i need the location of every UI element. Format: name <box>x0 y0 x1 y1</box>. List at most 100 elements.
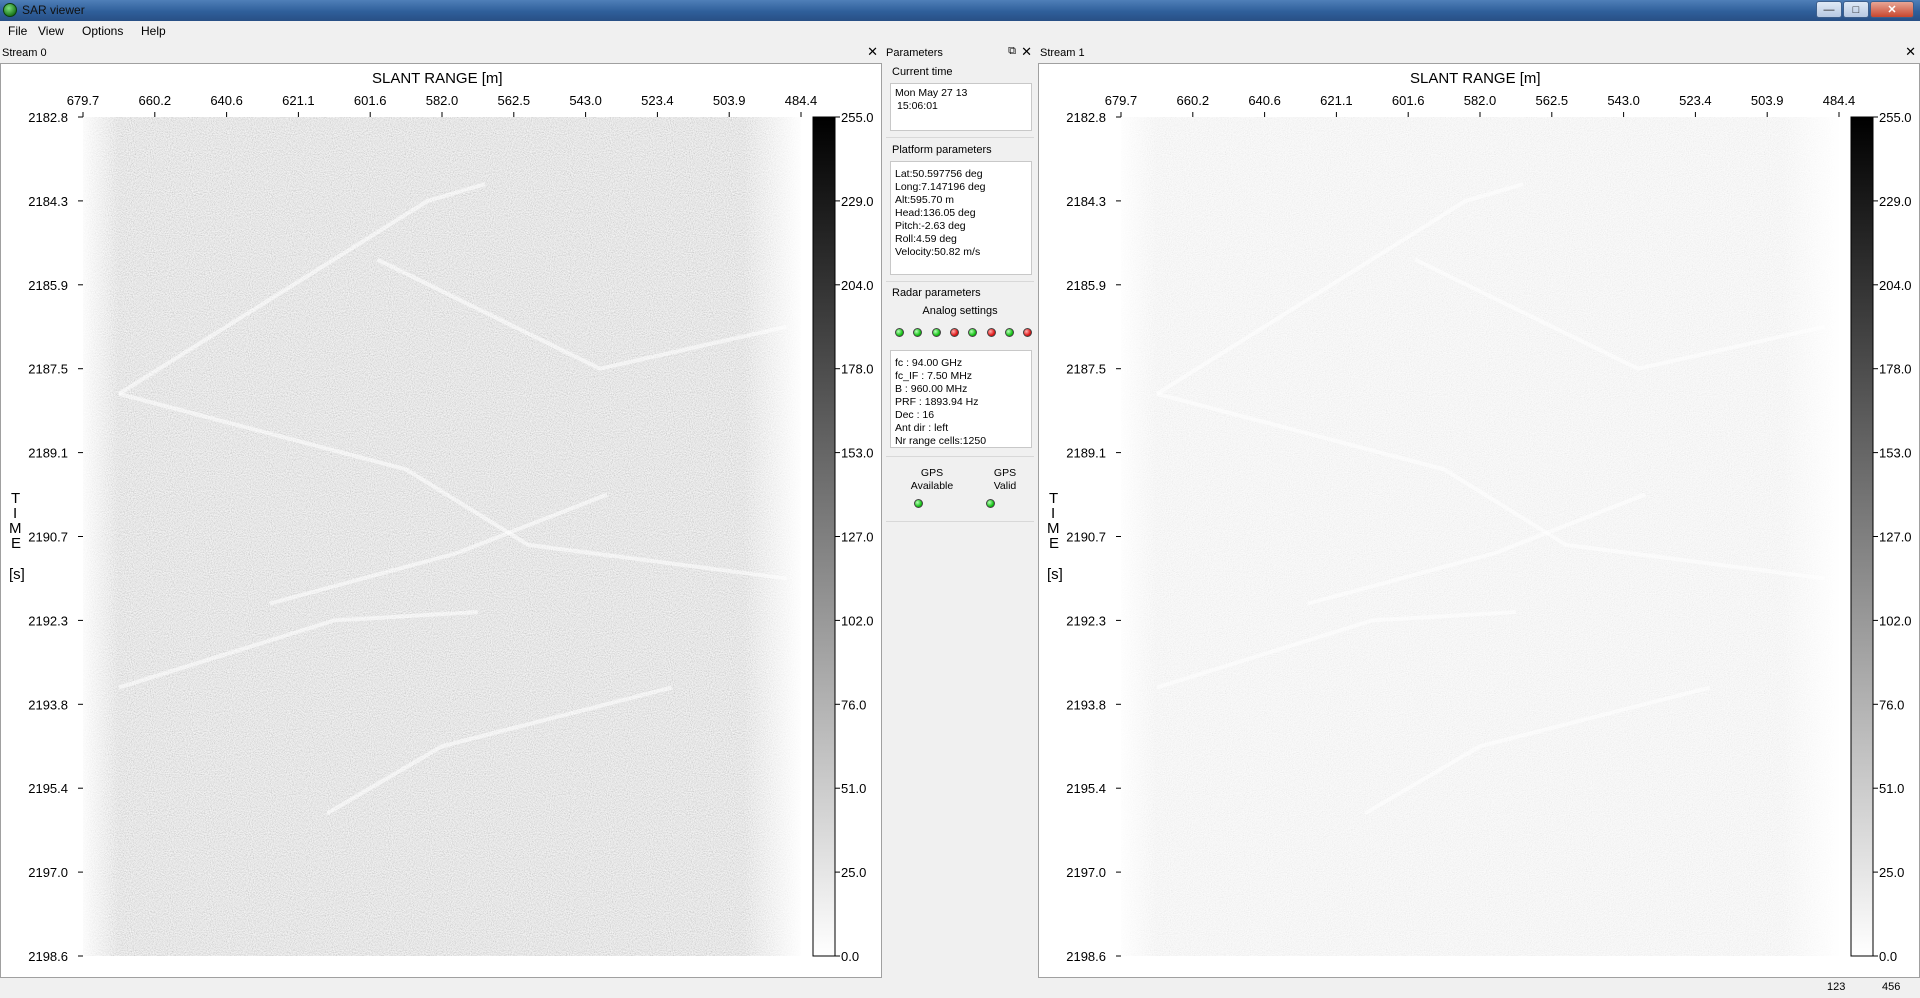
platform-box: Lat:50.597756 deg Long:7.147196 deg Alt:… <box>890 161 1032 275</box>
current-time-title: Current time <box>892 66 953 78</box>
x-tick-label: 640.6 <box>210 93 243 108</box>
x-tick-label: 601.6 <box>354 93 387 108</box>
gps-available-line1: GPS <box>920 467 944 479</box>
colorbar-tick-label: 51.0 <box>1879 781 1904 796</box>
colorbar-tick-label: 0.0 <box>1879 949 1897 964</box>
radar-prf: PRF : 1893.94 Hz <box>895 396 979 408</box>
gps-available-label: GPS Available <box>902 467 962 493</box>
analog-settings-label: Analog settings <box>922 305 998 317</box>
menu-options[interactable]: Options <box>82 24 123 38</box>
current-time-box: Mon May 27 13 15:06:01 <box>890 83 1032 131</box>
close-icon: ✕ <box>1887 4 1897 16</box>
x-tick-label: 660.2 <box>139 93 172 108</box>
x-tick-label: 679.7 <box>67 93 100 108</box>
y-tick-label: 2184.3 <box>28 194 68 209</box>
platform-velocity: Velocity:50.82 m/s <box>895 246 981 258</box>
colorbar-tick-label: 0.0 <box>841 949 859 964</box>
y-tick-label: 2197.0 <box>28 865 68 880</box>
stream0-header: Stream 0 ✕ <box>0 44 882 61</box>
stream1-panel: SLANT RANGE [m] T I M E [s] 679.7 660.2 64… <box>1038 63 1920 978</box>
x-tick-label: 543.0 <box>569 93 602 108</box>
colorbar <box>812 116 836 957</box>
colorbar <box>1850 116 1874 957</box>
platform-long: Long:7.147196 deg <box>895 181 986 193</box>
maximize-button[interactable]: □ <box>1843 1 1869 18</box>
radar-bandwidth: B : 960.00 MHz <box>895 383 968 395</box>
y-tick-label: 2184.3 <box>1066 194 1106 209</box>
gps-valid-indicator <box>986 499 995 508</box>
colorbar-tick-label: 25.0 <box>1879 865 1904 880</box>
sar-image-edge-fade <box>83 117 801 956</box>
status-value-b: 456 <box>1882 981 1901 993</box>
y-tick-label: 2192.3 <box>28 613 68 628</box>
y-tick-label: 2182.8 <box>1066 110 1106 125</box>
gps-valid-label: GPS Valid <box>975 467 1035 493</box>
close-window-button[interactable]: ✕ <box>1870 1 1914 18</box>
colorbar-tick-label: 229.0 <box>1879 194 1912 209</box>
app-icon <box>3 3 17 17</box>
colorbar-tick-label: 127.0 <box>1879 530 1912 545</box>
stream0-panel: SLANT RANGE [m] T I M E [s] 679.7 660.2 64… <box>0 63 882 978</box>
analog-setting-indicator <box>895 328 904 337</box>
gps-valid-line2: Valid <box>993 480 1017 492</box>
x-tick-label: 640.6 <box>1248 93 1281 108</box>
stream1-header: Stream 1 ✕ <box>1038 44 1920 61</box>
stream1-title: Stream 1 <box>1040 47 1085 59</box>
divider <box>886 281 1034 282</box>
colorbar-tick-label: 102.0 <box>841 613 874 628</box>
y-tick-label: 2187.5 <box>1066 362 1106 377</box>
analog-setting-indicator <box>931 328 941 337</box>
radar-title: Radar parameters <box>892 287 981 299</box>
divider <box>886 521 1034 522</box>
stream0-close-icon[interactable]: ✕ <box>867 44 878 60</box>
stream0-title: Stream 0 <box>2 47 47 59</box>
divider <box>886 456 1034 457</box>
colorbar-tick-label: 76.0 <box>841 697 866 712</box>
colorbar-tick-label: 153.0 <box>1879 446 1912 461</box>
gps-available-line2: Available <box>910 480 954 492</box>
parameters-close-icon[interactable]: ✕ <box>1021 44 1032 60</box>
y-tick-label: 2192.3 <box>1066 613 1106 628</box>
y-tick-label: 2195.4 <box>28 781 68 796</box>
x-tick-label: 523.4 <box>641 93 674 108</box>
sar-plot: 679.7 660.2 640.6 621.1 601.6 582.0 562.5 543.0… <box>1066 93 1912 964</box>
menu-file[interactable]: File <box>8 24 27 38</box>
minimize-icon: — <box>1823 3 1835 16</box>
analog-setting-indicator <box>1004 328 1014 337</box>
colorbar-tick-label: 178.0 <box>841 362 874 377</box>
x-tick-label: 601.6 <box>1392 93 1425 108</box>
analog-setting-indicator <box>968 328 978 337</box>
x-tick-label: 679.7 <box>1105 93 1138 108</box>
parameters-header: Parameters ⧉ ✕ <box>884 44 1036 61</box>
platform-alt: Alt:595.70 m <box>895 194 954 206</box>
float-panel-icon[interactable]: ⧉ <box>1008 45 1016 58</box>
analog-setting-indicator <box>1023 328 1033 337</box>
stream1-close-icon[interactable]: ✕ <box>1905 44 1916 60</box>
colorbar-tick-label: 127.0 <box>841 530 874 545</box>
maximize-icon: □ <box>1852 3 1860 16</box>
x-tick-label: 484.4 <box>1823 93 1856 108</box>
y-tick-label: 2198.6 <box>1066 949 1106 964</box>
menu-view[interactable]: View <box>38 24 64 38</box>
x-tick-label: 523.4 <box>1679 93 1712 108</box>
platform-pitch: Pitch:-2.63 deg <box>895 220 966 232</box>
colorbar-tick-label: 255.0 <box>1879 110 1912 125</box>
minimize-button[interactable]: — <box>1816 1 1842 18</box>
colorbar-tick-label: 229.0 <box>841 194 874 209</box>
y-tick-label: 2197.0 <box>1066 865 1106 880</box>
radar-box: fc : 94.00 GHz fc_IF : 7.50 MHz B : 960.… <box>890 350 1032 448</box>
y-tick-label: 2189.1 <box>28 446 68 461</box>
platform-lat: Lat:50.597756 deg <box>895 168 983 180</box>
x-tick-label: 562.5 <box>1536 93 1569 108</box>
x-tick-label: 621.1 <box>1320 93 1353 108</box>
status-value-a: 123 <box>1827 981 1846 993</box>
radar-range-cells: Nr range cells:1250 <box>895 435 987 447</box>
colorbar-tick-label: 76.0 <box>1879 697 1904 712</box>
x-tick-label: 660.2 <box>1177 93 1210 108</box>
platform-roll: Roll:4.59 deg <box>895 233 957 245</box>
divider <box>886 137 1034 138</box>
platform-head: Head:136.05 deg <box>895 207 976 219</box>
menu-help[interactable]: Help <box>141 24 166 38</box>
x-tick-label: 484.4 <box>785 93 818 108</box>
y-tick-label: 2190.7 <box>28 530 68 545</box>
